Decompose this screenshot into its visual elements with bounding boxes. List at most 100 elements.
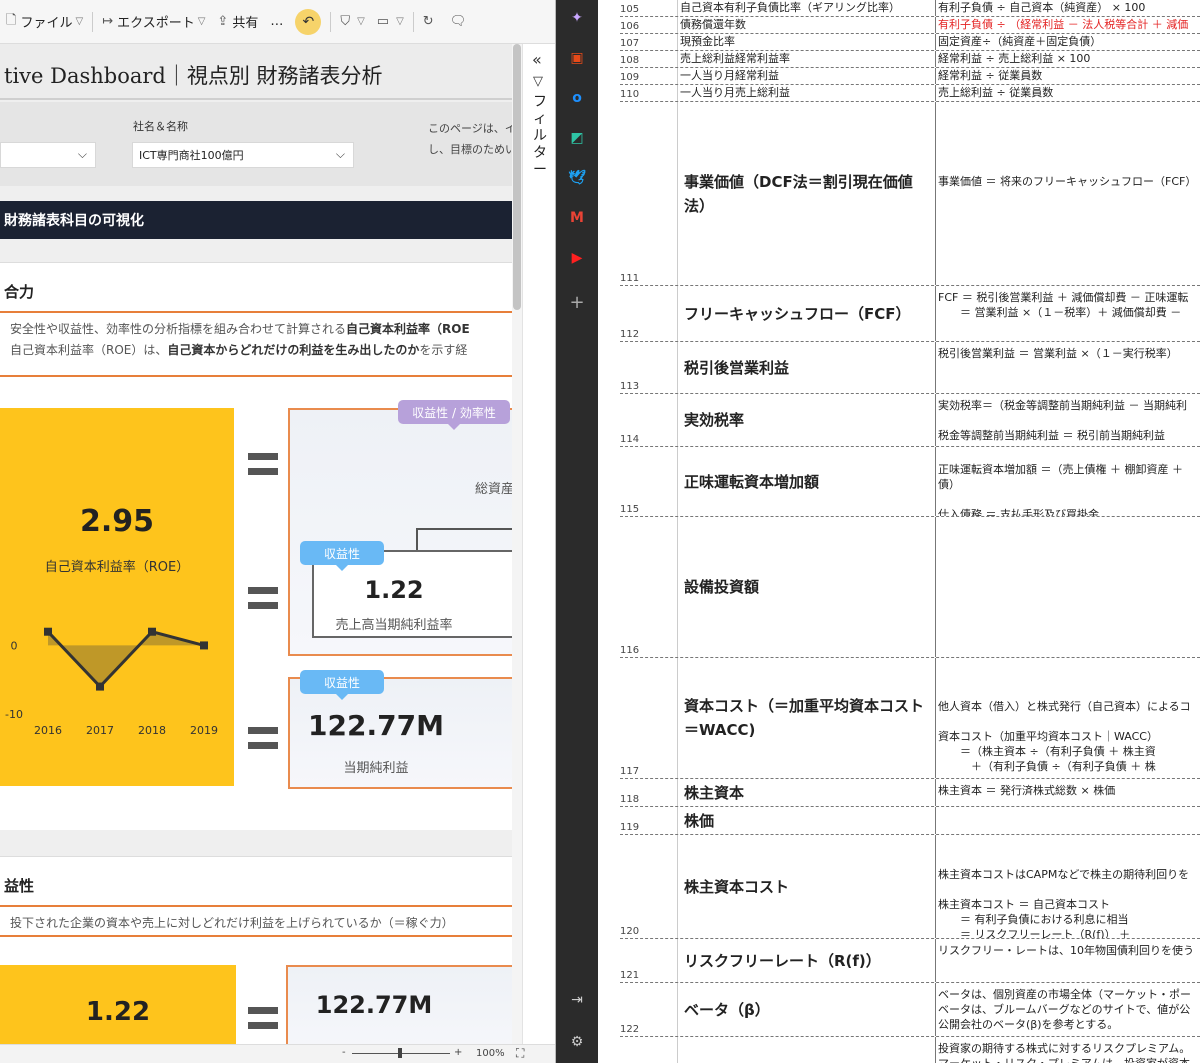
- copilot-icon[interactable]: ✦: [565, 6, 589, 30]
- sheet-cell-formula[interactable]: ベータは、個別資産の市場全体（マーケット・ポー ベータは、ブルームバーグなどのサ…: [936, 983, 1200, 1036]
- sheet-row: 111 事業価値（DCF法＝割引現在価値法） 事業価値 ＝ 将来のフリーキャッシュフ…: [620, 102, 1200, 286]
- sheet-cell-item[interactable]: 税引後営業利益: [678, 342, 936, 393]
- edge-sidebar: ✦ ▣ o ◩ 🕊 M ▶ + ⇥ ⚙: [556, 0, 598, 1063]
- zoom-out-button[interactable]: -: [342, 1047, 346, 1058]
- sheet-cell-item[interactable]: 資本コスト（＝加重平均資本コスト＝WACC): [678, 658, 936, 778]
- sheet-cell-formula[interactable]: リスクフリー・レートは、10年物国債利回りを使う: [936, 939, 1200, 982]
- equals-icon: [248, 1007, 278, 1033]
- chevron-down-icon: ⌵: [77, 147, 87, 161]
- profitability-card: 益性 投下された企業の資本や売上に対しどれだけ利益を上げられているか（＝稼ぐ力）…: [0, 856, 512, 1044]
- report-scrollbar[interactable]: [512, 44, 522, 1044]
- youtube-icon[interactable]: ▶: [565, 246, 589, 270]
- view-menu[interactable]: ▭ ▽: [371, 6, 410, 38]
- roe-value: 2.95: [79, 504, 155, 539]
- share-button[interactable]: ⇪ 共有: [211, 6, 264, 38]
- sheet-row: 107 現預金比率 固定資産÷（純資産＋固定負債）: [620, 34, 1200, 51]
- sheet-cell-item[interactable]: 株価: [678, 807, 936, 834]
- sheet-cell-item[interactable]: 株主資本: [678, 779, 936, 806]
- row-number: 110: [620, 85, 678, 101]
- sheet-cell-formula[interactable]: 固定資産÷（純資産＋固定負債）: [936, 34, 1200, 50]
- scrollbar-thumb[interactable]: [513, 44, 521, 310]
- sheet-cell-item[interactable]: 売上総利益経常利益率: [678, 51, 936, 67]
- trend-point[interactable]: [200, 641, 208, 650]
- more-label: …: [270, 14, 284, 29]
- sheet-cell-formula[interactable]: 経常利益 ÷ 売上総利益 × 100: [936, 51, 1200, 67]
- fit-page-icon[interactable]: ⛶: [516, 1046, 524, 1061]
- slicer-dropdown-left[interactable]: ⌵: [0, 142, 96, 168]
- filter-pane[interactable]: « ▽ フィルター: [522, 44, 555, 1044]
- sheet-cell-formula[interactable]: 有利子負債 ÷ 自己資本（純資産） × 100: [936, 0, 1200, 16]
- outlook-icon[interactable]: o: [565, 86, 589, 110]
- sheet-cell-item[interactable]: 現預金比率: [678, 34, 936, 50]
- trend-point[interactable]: [44, 627, 52, 636]
- sheet-cell-formula[interactable]: 他人資本（借入）と株式発行（自己資本）によるコ 資本コスト（加重平均資本コスト｜…: [936, 658, 1200, 778]
- sheet-cell-formula[interactable]: 事業価値 ＝ 将来のフリーキャッシュフロー（FCF）: [936, 102, 1200, 285]
- zoom-in-button[interactable]: +: [454, 1047, 462, 1058]
- sidebar-toggle-icon[interactable]: ⇥: [565, 988, 589, 1012]
- sheet-cell-item[interactable]: 株主資本コスト: [678, 835, 936, 938]
- gmail-icon[interactable]: M: [565, 206, 589, 230]
- office-icon[interactable]: ▣: [565, 46, 589, 70]
- bookmark-menu[interactable]: ⛉ ▽: [334, 6, 370, 38]
- row-number: 122: [620, 983, 678, 1036]
- refresh-button[interactable]: ↻: [417, 6, 444, 38]
- sheet-row: 106 債務償還年数 有利子負債 ÷ （経常利益 － 法人税等合計 ＋ 減価: [620, 17, 1200, 34]
- row-number: 106: [620, 17, 678, 33]
- bookmark-icon: ⛉: [340, 14, 351, 29]
- export-icon: ↦: [102, 14, 114, 29]
- total-assets-box: 総資産 1.22 売上高当期純利益率: [288, 408, 512, 656]
- company-slicer-dropdown[interactable]: ICT専門商社100億円 ⌵: [132, 142, 354, 168]
- sheet-cell-formula[interactable]: 投資家の期待する株式に対するリスクプレミアム。 マーケット・リスク・プレミアムは…: [936, 1037, 1200, 1063]
- settings-icon[interactable]: ⚙: [565, 1030, 589, 1054]
- sheet-cell-item[interactable]: 設備投資額: [678, 517, 936, 657]
- row-number: 115: [620, 447, 678, 516]
- sheet-cell-item[interactable]: 債務償還年数: [678, 17, 936, 33]
- sheet-cell-item[interactable]: [678, 1037, 936, 1063]
- sheet-cell-item[interactable]: 実効税率: [678, 394, 936, 446]
- section-title: 合力: [4, 283, 35, 301]
- sheet-cell-formula[interactable]: [936, 517, 1200, 657]
- sheet-cell-formula[interactable]: 正味運転資本増加額 ＝（売上債権 ＋ 棚卸資産 ＋ 債） 仕入債務 ＝ 支払手形…: [936, 447, 1200, 516]
- sheet-cell-formula[interactable]: 有利子負債 ÷ （経常利益 － 法人税等合計 ＋ 減価: [936, 17, 1200, 33]
- sheet-cell-item[interactable]: リスクフリーレート（R(f)）: [678, 939, 936, 982]
- status-bar: - + 100% ⛶: [0, 1044, 555, 1063]
- sheet-cell-formula[interactable]: 実効税率＝（税金等調整前当期純利益 － 当期純利 税金等調整前当期純利益 ＝ 税…: [936, 394, 1200, 446]
- app-icon[interactable]: ◩: [565, 126, 589, 150]
- description-bold: 自己資本利益率（ROE: [346, 322, 470, 336]
- sheet-cell-item[interactable]: 事業価値（DCF法＝割引現在価値法）: [678, 102, 936, 285]
- profitability-tag: 収益性: [300, 541, 384, 571]
- trend-point[interactable]: [96, 682, 104, 691]
- comment-button[interactable]: 🗨: [444, 6, 477, 38]
- description-bold: 自己資本からどれだけの利益を生み出したのか: [167, 343, 420, 357]
- sheet-row: 117 資本コスト（＝加重平均資本コスト＝WACC) 他人資本（借入）と株式発行（自…: [620, 658, 1200, 779]
- file-menu[interactable]: 🗋 ファイル ▽: [0, 6, 89, 38]
- sheet-cell-formula[interactable]: 株主資本 ＝ 発行済株式総数 × 株価: [936, 779, 1200, 806]
- profit-efficiency-tag: 収益性 / 効率性: [398, 400, 510, 430]
- twitter-icon[interactable]: 🕊: [565, 166, 589, 190]
- sheet-cell-item[interactable]: フリーキャッシュフロー（FCF）: [678, 286, 936, 341]
- sheet-cell-formula[interactable]: 税引後営業利益 ＝ 営業利益 ×（１－実行税率）: [936, 342, 1200, 393]
- collapse-icon[interactable]: «: [532, 50, 542, 69]
- sheet-cell-item[interactable]: 一人当り月経常利益: [678, 68, 936, 84]
- undo-button[interactable]: ↶: [289, 6, 327, 38]
- page-title: tive Dashboard｜視点別 財務諸表分析: [4, 64, 383, 88]
- sheet-cell-item[interactable]: 正味運転資本増加額: [678, 447, 936, 516]
- more-options-button[interactable]: …: [264, 6, 289, 38]
- sheet-cell-formula[interactable]: 売上総利益 ÷ 従業員数: [936, 85, 1200, 101]
- sheet-cell-item[interactable]: 一人当り月売上総利益: [678, 85, 936, 101]
- sheet-cell-item[interactable]: ベータ（β）: [678, 983, 936, 1036]
- description-text: を示す経: [419, 343, 468, 357]
- export-menu[interactable]: ↦ エクスポート ▽: [96, 6, 211, 38]
- net-margin-label: 売上高当期純利益率: [335, 618, 453, 633]
- add-icon[interactable]: +: [565, 290, 589, 314]
- zoom-slider-thumb[interactable]: [398, 1048, 402, 1058]
- sheet-cell-formula[interactable]: FCF ＝ 税引後営業利益 ＋ 減価償却費 － 正味運転 ＝ 営業利益 ×（１－…: [936, 286, 1200, 341]
- filter-pane-label-char: フ: [533, 94, 547, 110]
- sheet-cell-formula[interactable]: 株主資本コストはCAPMなどで株主の期待利回りを 株主資本コスト ＝ 自己資本コ…: [936, 835, 1200, 938]
- net-income-label: 当期純利益: [343, 761, 409, 776]
- sheet-cell-item[interactable]: 自己資本有利子負債比率（ギアリング比率）: [678, 0, 936, 16]
- sheet-cell-formula[interactable]: [936, 807, 1200, 834]
- sheet-cell-formula[interactable]: 経常利益 ÷ 従業員数: [936, 68, 1200, 84]
- trend-point[interactable]: [148, 627, 156, 636]
- row-number: 114: [620, 394, 678, 446]
